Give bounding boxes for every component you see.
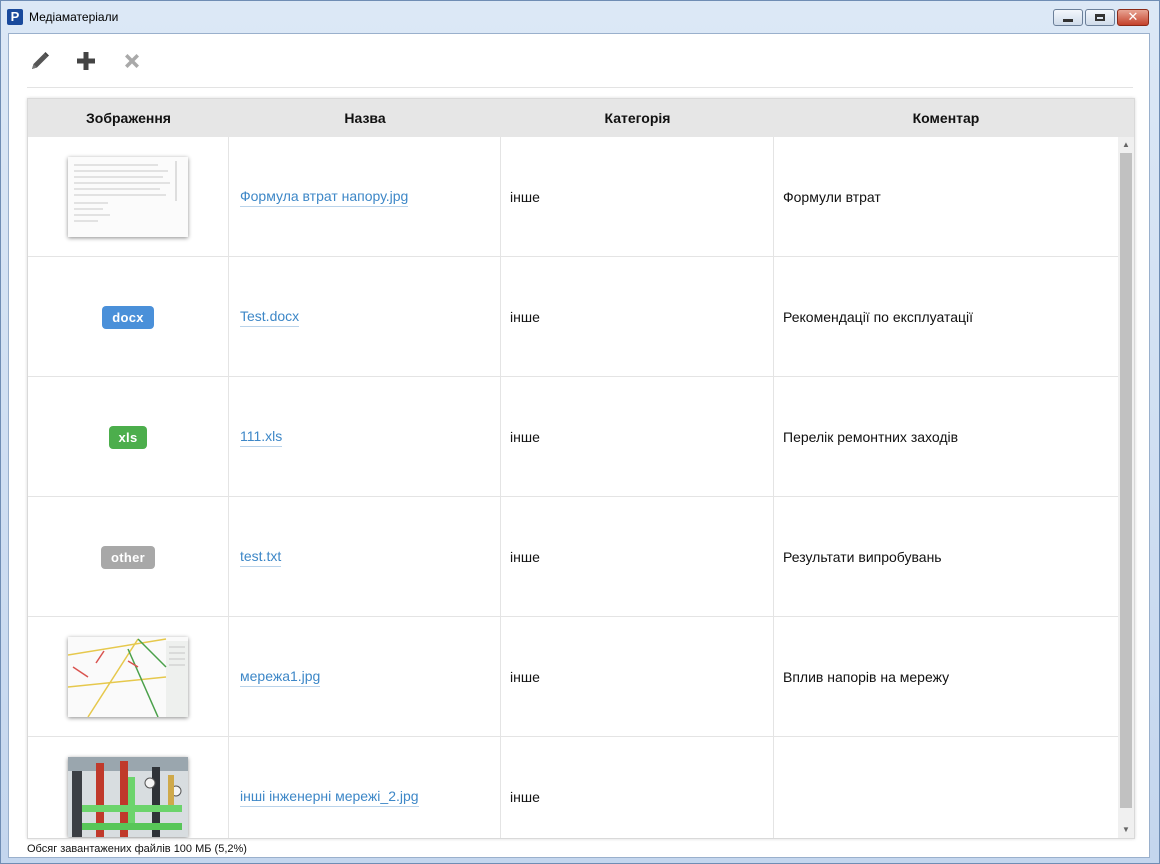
table-row[interactable]: xls 111.xls інше Перелік ремонтних заход…: [28, 377, 1118, 497]
x-icon: [125, 54, 139, 68]
scroll-up-arrow-icon[interactable]: ▲: [1118, 137, 1134, 153]
file-link[interactable]: Test.docx: [240, 308, 300, 327]
vertical-scrollbar[interactable]: ▲ ▼: [1118, 137, 1134, 838]
comment-cell: Формули втрат: [783, 189, 881, 205]
category-cell: інше: [501, 737, 774, 838]
plus-icon: [77, 52, 95, 70]
title-bar[interactable]: P Медіаматеріали ✕: [1, 1, 1159, 33]
add-button[interactable]: [73, 48, 99, 74]
table-header: Зображення Назва Категорія Коментар: [28, 99, 1134, 137]
maximize-icon: [1095, 14, 1105, 21]
category-cell: інше: [501, 377, 774, 497]
category-cell: інше: [501, 257, 774, 377]
preview-cell: [28, 617, 229, 737]
preview-cell: other: [28, 497, 229, 617]
window-controls: ✕: [1053, 9, 1149, 26]
table-row[interactable]: other test.txt інше Результати випробува…: [28, 497, 1118, 617]
thumbnail-formula-image[interactable]: [68, 157, 188, 237]
maximize-button[interactable]: [1085, 9, 1115, 26]
comment-cell: Перелік ремонтних заходів: [783, 429, 959, 445]
thumbnail-pipes-image[interactable]: [68, 757, 188, 837]
app-window: P Медіаматеріали ✕ Зображення Назва Кате…: [0, 0, 1160, 864]
status-text: Обсяг завантажених файлів 100 МБ (5,2%): [27, 843, 247, 855]
delete-button[interactable]: [119, 48, 145, 74]
column-header-name[interactable]: Назва: [229, 99, 501, 137]
minimize-button[interactable]: [1053, 9, 1083, 26]
window-title: Медіаматеріали: [29, 10, 119, 24]
name-cell: інші інженерні мережі_2.jpg: [229, 737, 501, 838]
file-type-badge-docx[interactable]: docx: [102, 305, 154, 329]
file-type-badge-other[interactable]: other: [101, 545, 155, 569]
close-icon: ✕: [1127, 10, 1139, 25]
toolbar-divider: [27, 87, 1133, 88]
name-cell: 111.xls: [229, 377, 501, 497]
network-map-image: [67, 637, 188, 718]
table-body: Формула втрат напору.jpg інше Формули вт…: [28, 137, 1118, 838]
table-row[interactable]: docx Test.docx інше Рекомендації по експ…: [28, 257, 1118, 377]
file-link[interactable]: test.txt: [240, 548, 282, 567]
column-header-category[interactable]: Категорія: [501, 99, 774, 137]
formula-sheet-image: [68, 157, 188, 237]
pipes-photo-image: [68, 757, 188, 837]
comment-cell: [774, 737, 1118, 838]
category-cell: інше: [501, 137, 774, 257]
edit-button[interactable]: [27, 48, 53, 74]
table-row[interactable]: Формула втрат напору.jpg інше Формули вт…: [28, 137, 1118, 257]
comment-cell: Рекомендації по експлуатації: [783, 309, 974, 325]
comment-cell: Вплив напорів на мережу: [783, 669, 950, 685]
minimize-icon: [1063, 19, 1073, 22]
file-link[interactable]: інші інженерні мережі_2.jpg: [240, 788, 419, 807]
file-link[interactable]: мережа1.jpg: [240, 668, 321, 687]
file-link[interactable]: 111.xls: [240, 428, 283, 447]
scroll-down-arrow-icon[interactable]: ▼: [1118, 822, 1134, 838]
comment-cell: Результати випробувань: [783, 549, 942, 565]
app-logo-icon: P: [7, 9, 23, 25]
thumbnail-network-image[interactable]: [67, 637, 188, 718]
category-cell: інше: [501, 617, 774, 737]
preview-cell: xls: [28, 377, 229, 497]
preview-cell: docx: [28, 257, 229, 377]
client-area: Зображення Назва Категорія Коментар Форм…: [8, 33, 1150, 858]
table-row[interactable]: мережа1.jpg інше Вплив напорів на мережу: [28, 617, 1118, 737]
pencil-icon: [32, 52, 49, 69]
name-cell: test.txt: [229, 497, 501, 617]
toolbar: [27, 46, 145, 76]
name-cell: Формула втрат напору.jpg: [229, 137, 501, 257]
table-row[interactable]: інші інженерні мережі_2.jpg інше: [28, 737, 1118, 838]
close-window-button[interactable]: ✕: [1117, 9, 1149, 26]
file-link[interactable]: Формула втрат напору.jpg: [240, 188, 409, 207]
name-cell: Test.docx: [229, 257, 501, 377]
name-cell: мережа1.jpg: [229, 617, 501, 737]
category-cell: інше: [501, 497, 774, 617]
file-type-badge-xls[interactable]: xls: [108, 425, 148, 449]
preview-cell: [28, 137, 229, 257]
column-header-comment[interactable]: Коментар: [774, 99, 1118, 137]
scrollbar-thumb[interactable]: [1120, 153, 1132, 808]
preview-cell: [28, 737, 229, 838]
column-header-image[interactable]: Зображення: [28, 99, 229, 137]
media-table: Зображення Назва Категорія Коментар Форм…: [27, 98, 1135, 839]
